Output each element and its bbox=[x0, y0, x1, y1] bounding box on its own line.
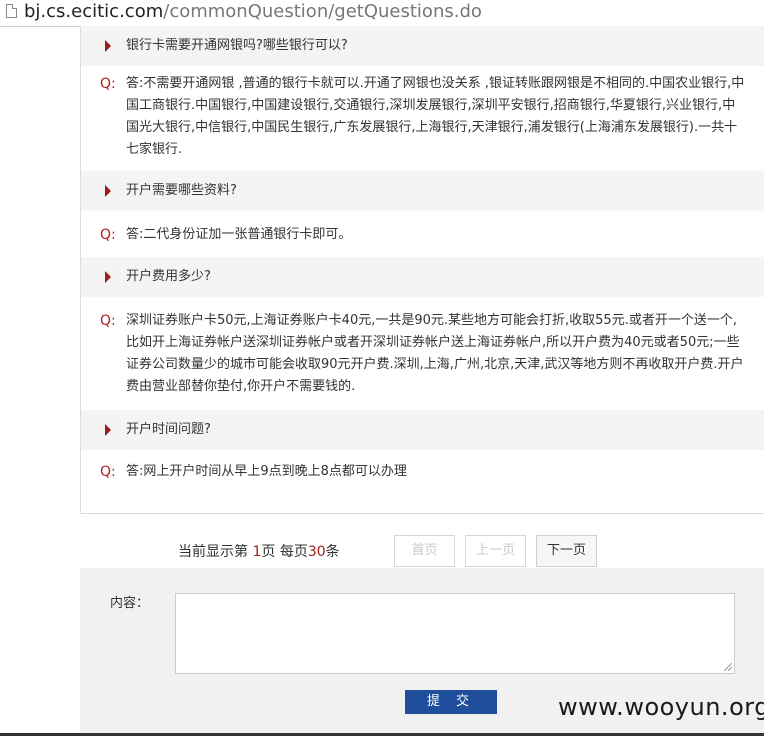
faq-question-row[interactable]: 银行卡需要开通网银吗?哪些银行可以? bbox=[81, 26, 764, 66]
pagination-prefix: 当前显示第 bbox=[178, 544, 253, 560]
expand-triangle-icon bbox=[105, 271, 111, 283]
pagination-suffix: 条 bbox=[325, 544, 340, 560]
address-bar[interactable]: bj.cs.ecitic.com/commonQuestion/getQuest… bbox=[0, 0, 764, 27]
expand-triangle-icon bbox=[105, 424, 111, 436]
faq-question-row[interactable]: 开户需要哪些资料? bbox=[81, 171, 764, 211]
submit-button[interactable]: 提 交 bbox=[405, 690, 497, 714]
faq-question: 开户时间问题? bbox=[126, 422, 211, 437]
answer-marker: Q: bbox=[100, 464, 116, 480]
watermark-text: www.wooyun.org bbox=[558, 693, 764, 721]
pagination-info: 当前显示第 1页 每页30条 bbox=[178, 541, 340, 563]
comment-textarea[interactable] bbox=[175, 593, 735, 674]
answer-marker: Q: bbox=[100, 227, 116, 243]
url-path: /commonQuestion/getQuestions.do bbox=[163, 1, 482, 22]
page-icon bbox=[6, 4, 17, 18]
first-page-button[interactable]: 首页 bbox=[394, 535, 455, 567]
faq-question: 开户需要哪些资料? bbox=[126, 183, 237, 198]
faq-answer: 深圳证券账户卡50元,上海证券账户卡40元,一共是90元.某些地方可能会打折,收… bbox=[126, 313, 744, 394]
answer-marker: Q: bbox=[100, 76, 116, 92]
answer-marker: Q: bbox=[100, 313, 116, 329]
faq-panel: 银行卡需要开通网银吗?哪些银行可以? Q: 答:不需要开通网银 ,普通的银行卡就… bbox=[80, 26, 764, 514]
resize-grip-icon[interactable] bbox=[724, 663, 732, 671]
expand-triangle-icon bbox=[105, 40, 111, 52]
next-page-button[interactable]: 下一页 bbox=[536, 535, 597, 567]
faq-question: 开户费用多少? bbox=[126, 269, 211, 284]
faq-answer: 答:不需要开通网银 ,普通的银行卡就可以.开通了网银也没关系 ,银证转账跟网银是… bbox=[126, 76, 745, 157]
comment-label: 内容： bbox=[110, 596, 150, 611]
faq-answer: 答:二代身份证加一张普通银行卡即可。 bbox=[126, 227, 352, 242]
pagination: 当前显示第 1页 每页30条 首页 上一页 下一页 bbox=[0, 535, 764, 569]
url-host: bj.cs.ecitic.com bbox=[24, 1, 164, 22]
per-page: 30 bbox=[307, 544, 326, 560]
faq-question: 银行卡需要开通网银吗?哪些银行可以? bbox=[126, 38, 348, 53]
faq-question-row[interactable]: 开户费用多少? bbox=[81, 257, 764, 297]
prev-page-button[interactable]: 上一页 bbox=[465, 535, 526, 567]
faq-answer: 答:网上开户时间从早上9点到晚上8点都可以办理 bbox=[126, 464, 407, 479]
url-text[interactable]: bj.cs.ecitic.com/commonQuestion/getQuest… bbox=[24, 1, 482, 23]
pagination-middle: 页 每页 bbox=[261, 544, 308, 560]
faq-question-row[interactable]: 开户时间问题? bbox=[81, 410, 764, 450]
expand-triangle-icon bbox=[105, 185, 111, 197]
